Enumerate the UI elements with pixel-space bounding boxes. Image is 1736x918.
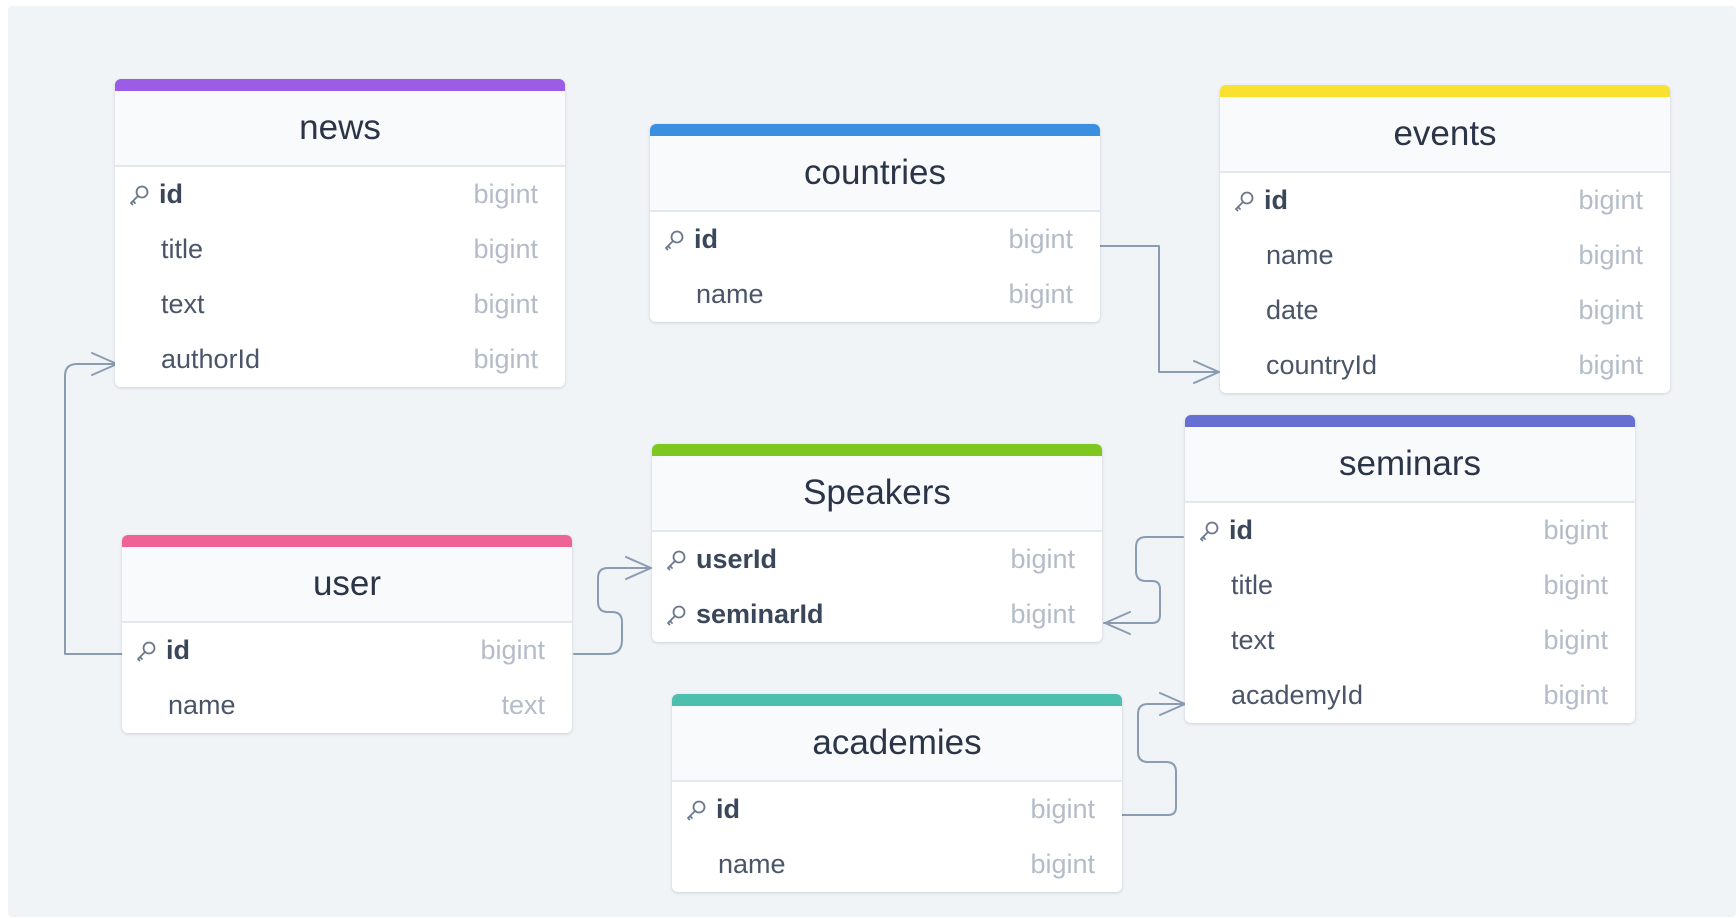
column-row[interactable]: academyId bigint [1185,668,1635,723]
table-accent-news [115,79,565,91]
key-icon [1233,190,1255,212]
column-name: name [718,849,786,879]
column-name: countryId [1266,350,1378,380]
column-type: bigint [473,179,538,209]
key-icon [685,799,707,821]
column-row[interactable]: userId bigint [652,532,1102,587]
column-type: text [501,690,545,720]
column-row[interactable]: id bigint [115,167,565,222]
column-row[interactable]: id bigint [1220,173,1670,228]
table-title[interactable]: Speakers [652,456,1102,532]
column-type: bigint [1578,350,1643,380]
column-row[interactable]: id bigint [672,782,1122,837]
column-type: bigint [473,234,538,264]
column-name: academyId [1231,680,1364,710]
column-type: bigint [1578,295,1643,325]
table-accent-academies [672,694,1122,706]
key-icon [135,640,157,662]
key-icon [1198,520,1220,542]
table-academies[interactable]: academies id bigint name bigint [672,694,1122,892]
column-type: bigint [1543,680,1608,710]
column-row[interactable]: authorId bigint [115,332,565,387]
table-events[interactable]: events id bigint name bigint date bigint… [1220,85,1670,393]
table-accent-speakers [652,444,1102,456]
column-row[interactable]: text bigint [1185,613,1635,668]
table-accent-countries [650,124,1100,136]
column-name: text [161,289,205,319]
column-name: date [1266,295,1319,325]
column-name: text [1231,625,1275,655]
column-row[interactable]: name text [122,678,572,733]
column-row[interactable]: name bigint [650,267,1100,322]
relationship-user-speakers[interactable] [573,556,652,655]
table-title[interactable]: user [122,547,572,623]
column-name: id [1264,185,1288,215]
table-seminars[interactable]: seminars id bigint title bigint text big… [1185,415,1635,723]
column-row[interactable]: seminarId bigint [652,587,1102,642]
table-title[interactable]: countries [650,136,1100,212]
relationship-countries-events[interactable] [1099,245,1220,384]
table-speakers[interactable]: Speakers userId bigint seminarId bigint [652,444,1102,642]
column-row[interactable]: title bigint [1185,558,1635,613]
table-news[interactable]: news id bigint title bigint text bigint … [115,79,565,387]
diagram-canvas[interactable]: news id bigint title bigint text bigint … [8,6,1736,917]
column-row[interactable]: name bigint [672,837,1122,892]
key-icon [665,549,687,571]
column-name: name [696,279,764,309]
column-type: bigint [473,344,538,374]
table-title[interactable]: academies [672,706,1122,782]
column-name: id [159,179,183,209]
column-type: bigint [1008,224,1073,254]
column-name: title [1231,570,1274,600]
column-row[interactable]: name bigint [1220,228,1670,283]
table-title[interactable]: seminars [1185,427,1635,503]
column-row[interactable]: date bigint [1220,283,1670,338]
column-name: id [166,635,190,665]
relationship-user-news[interactable] [64,352,123,655]
table-countries[interactable]: countries id bigint name bigint [650,124,1100,322]
column-type: bigint [1578,185,1643,215]
relationship-seminars-speakers[interactable] [1103,536,1184,635]
column-type: bigint [1008,279,1073,309]
column-row[interactable]: id bigint [650,212,1100,267]
column-row[interactable]: id bigint [1185,503,1635,558]
column-row[interactable]: countryId bigint [1220,338,1670,393]
column-type: bigint [480,635,545,665]
column-name: id [1229,515,1253,545]
column-type: bigint [1543,625,1608,655]
relationship-academies-seminars[interactable] [1121,692,1186,816]
column-name: id [716,794,740,824]
table-accent-seminars [1185,415,1635,427]
column-type: bigint [1543,515,1608,545]
key-icon [665,604,687,626]
column-name: userId [696,544,778,574]
table-title[interactable]: news [115,91,565,167]
table-accent-events [1220,85,1670,97]
table-title[interactable]: events [1220,97,1670,173]
column-type: bigint [1543,570,1608,600]
column-row[interactable]: title bigint [115,222,565,277]
column-type: bigint [1578,240,1643,270]
column-type: bigint [1030,849,1095,879]
column-name: name [168,690,236,720]
table-user[interactable]: user id bigint name text [122,535,572,733]
column-name: title [161,234,204,264]
key-icon [128,184,150,206]
key-icon [663,229,685,251]
column-row[interactable]: id bigint [122,623,572,678]
column-type: bigint [1010,544,1075,574]
column-type: bigint [473,289,538,319]
column-type: bigint [1030,794,1095,824]
column-name: name [1266,240,1334,270]
column-type: bigint [1010,599,1075,629]
column-name: seminarId [696,599,824,629]
table-accent-user [122,535,572,547]
column-name: authorId [161,344,261,374]
column-name: id [694,224,718,254]
column-row[interactable]: text bigint [115,277,565,332]
